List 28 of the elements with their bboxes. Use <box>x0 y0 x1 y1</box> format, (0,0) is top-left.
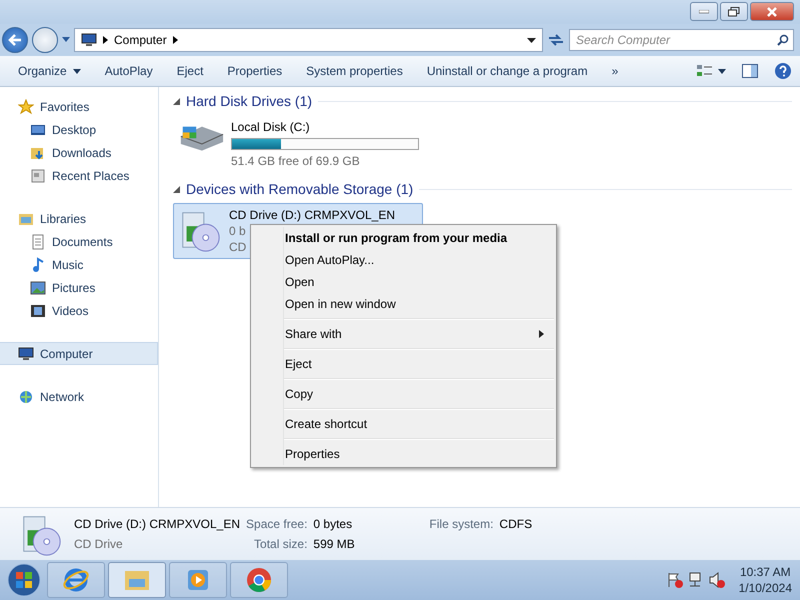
sidebar-label: Videos <box>52 304 88 318</box>
sidebar-label: Downloads <box>52 146 112 160</box>
field-label: Space free: <box>246 517 308 531</box>
section-title: Devices with Removable Storage (1) <box>186 181 414 197</box>
sidebar-label: Recent Places <box>52 168 130 182</box>
drive-detail: 51.4 GB free of 69.9 GB <box>231 153 360 169</box>
field-label: Total size: <box>253 537 308 551</box>
clock-time: 10:37 AM <box>740 564 791 580</box>
sidebar-label: Desktop <box>52 122 96 136</box>
field-value: 599 MB <box>313 537 356 551</box>
sidebar-label: Documents <box>52 234 113 248</box>
sidebar-label: Network <box>40 390 84 404</box>
section-title: Hard Disk Drives (1) <box>186 93 312 109</box>
field-label: File system: <box>429 517 494 531</box>
field-value: CDFS <box>499 517 532 531</box>
sidebar-label: Computer <box>40 346 93 360</box>
drive-type: CD <box>229 239 246 255</box>
item-type: CD Drive <box>74 537 124 551</box>
field-value: 0 bytes <box>313 517 354 531</box>
drive-name: Local Disk (C:) <box>231 119 310 135</box>
drive-detail: 0 b <box>229 223 246 239</box>
sidebar-label: Favorites <box>40 100 90 114</box>
sidebar-label: Music <box>52 258 84 272</box>
item-name: CD Drive (D:) CRMPXVOL_EN <box>74 517 240 531</box>
sidebar-label: Libraries <box>40 212 86 226</box>
sidebar-label: Pictures <box>52 280 96 294</box>
clock-date: 1/10/2024 <box>738 580 792 596</box>
drive-name: CD Drive (D:) CRMPXVOL_EN <box>229 207 396 223</box>
